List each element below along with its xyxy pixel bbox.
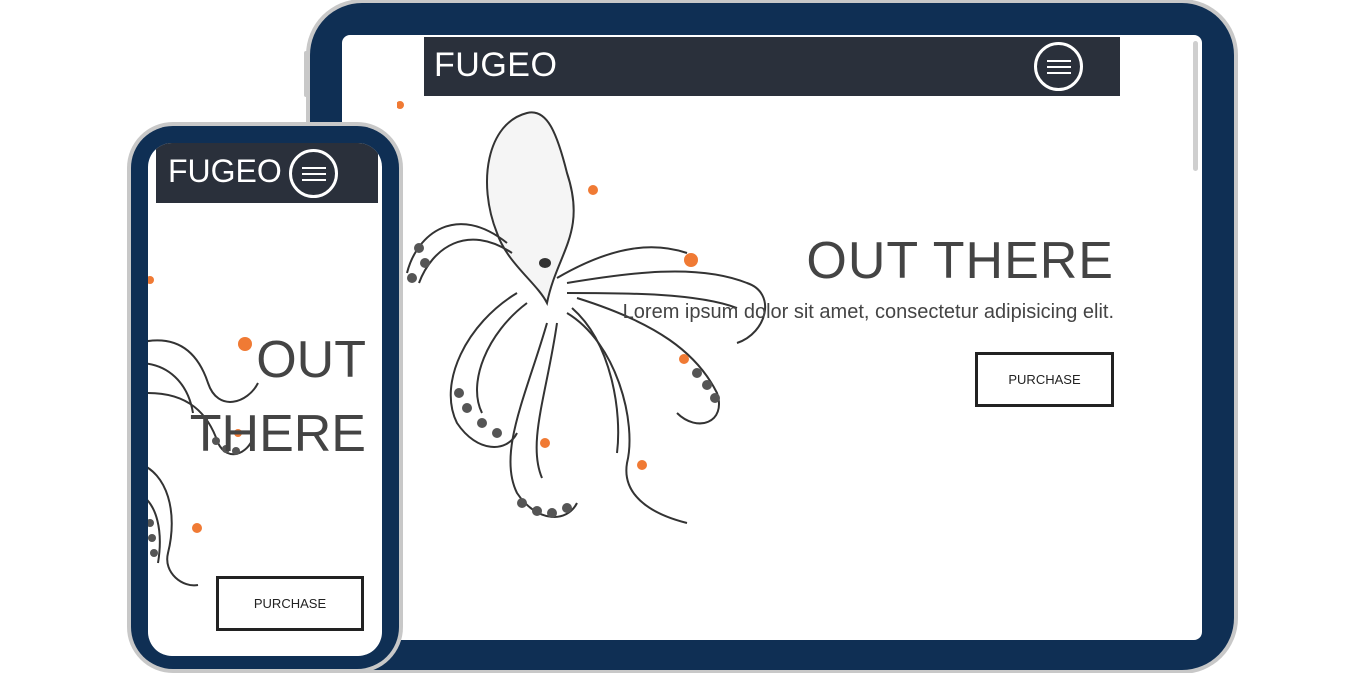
tablet-device: FUGEO OUT THERE Lorem ipsum dolor sit am…	[304, 0, 1234, 670]
phone-screen: FUGEO OUT THERE PURCHASE	[148, 143, 382, 656]
brand-logo[interactable]: FUGEO	[434, 46, 557, 85]
hamburger-menu-icon[interactable]	[1034, 42, 1083, 91]
tablet-top-button	[426, 0, 466, 1]
phone-navbar: FUGEO	[156, 143, 378, 203]
hero-title: OUT THERE	[189, 331, 366, 463]
purchase-button[interactable]: PURCHASE	[975, 352, 1114, 407]
purchase-button[interactable]: PURCHASE	[216, 576, 364, 631]
brand-logo[interactable]: FUGEO	[168, 153, 282, 190]
tablet-screen: FUGEO OUT THERE Lorem ipsum dolor sit am…	[342, 35, 1202, 640]
hero-title: OUT THERE	[806, 232, 1114, 290]
hamburger-menu-icon[interactable]	[289, 149, 338, 198]
hero-text: Lorem ipsum dolor sit amet, consectetur …	[622, 301, 1114, 323]
phone-device: FUGEO OUT THERE PURCHASE	[131, 126, 399, 669]
scrollbar[interactable]	[1193, 41, 1198, 171]
tablet-navbar: FUGEO	[424, 37, 1120, 96]
tablet-side-button	[304, 51, 308, 97]
tablet-top-button	[380, 0, 420, 1]
